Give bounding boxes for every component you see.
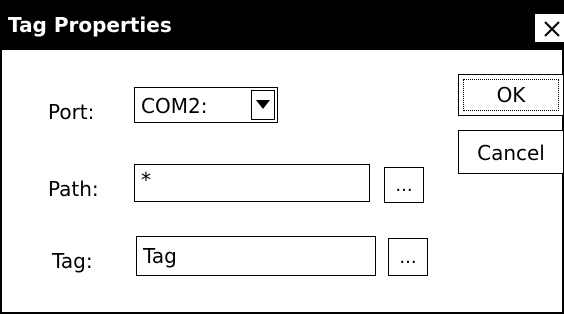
port-select[interactable]: COM2: (134, 87, 278, 123)
tag-input[interactable]: Tag (136, 236, 376, 276)
close-button[interactable] (534, 13, 564, 43)
tag-properties-dialog: Tag Properties Port: COM2: Path: * ... T… (0, 0, 564, 314)
chevron-down-icon (256, 100, 270, 109)
port-dropdown-button[interactable] (251, 90, 275, 120)
path-label: Path: (48, 177, 99, 201)
port-label: Port: (48, 100, 95, 124)
close-icon (544, 21, 560, 37)
path-input[interactable]: * (134, 164, 370, 202)
path-browse-button[interactable]: ... (384, 167, 424, 203)
ok-button[interactable]: OK (458, 74, 564, 116)
focus-rectangle (463, 79, 559, 111)
tag-browse-button[interactable]: ... (388, 238, 428, 276)
title-bar: Tag Properties (2, 2, 564, 50)
cancel-button[interactable]: Cancel (458, 130, 564, 174)
window-title: Tag Properties (8, 13, 172, 37)
port-selected-value: COM2: (141, 94, 208, 118)
tag-label: Tag: (52, 249, 93, 273)
cancel-button-label: Cancel (477, 141, 545, 165)
